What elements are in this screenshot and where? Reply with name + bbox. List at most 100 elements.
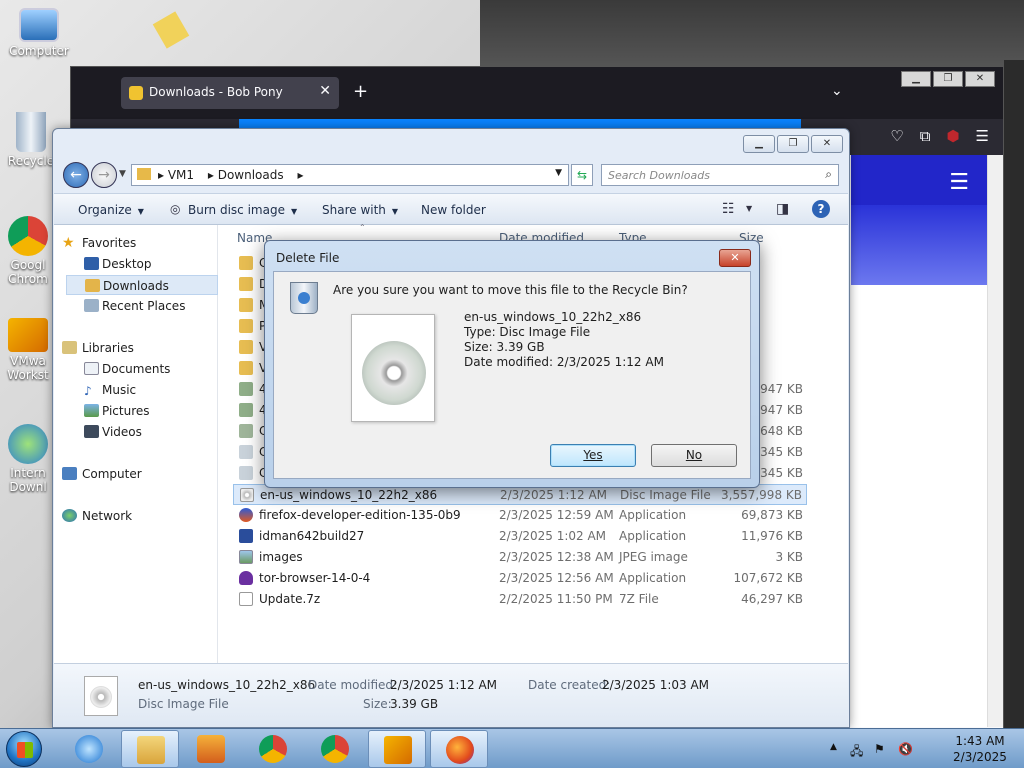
desktop-icon-vmware[interactable]: VMwa Workst xyxy=(0,318,56,382)
forward-button[interactable]: → xyxy=(91,162,117,188)
table-row[interactable]: tor-browser-14-0-4 2/3/2025 12:56 AM App… xyxy=(233,568,807,589)
menu-icon[interactable]: ☰ xyxy=(976,127,989,145)
tab-downloads[interactable]: Downloads - Bob Pony ✕ xyxy=(121,77,339,109)
folder-icon xyxy=(137,736,165,764)
start-button[interactable] xyxy=(6,731,42,767)
taskbar-chrome-2[interactable] xyxy=(306,730,364,768)
file-type: 7Z File xyxy=(619,592,659,606)
nav-pictures[interactable]: Pictures xyxy=(66,401,218,421)
table-row[interactable]: firefox-developer-edition-135-0b9 2/3/20… xyxy=(233,505,807,526)
recent-places-icon xyxy=(84,299,99,312)
refresh-button[interactable]: ⇆ xyxy=(571,164,593,186)
folder-icon xyxy=(239,256,253,270)
windows-logo-icon xyxy=(17,742,33,758)
extensions-icon[interactable]: ⧉ xyxy=(920,127,931,145)
burn-disc-image-button[interactable]: Burn disc image ▼ xyxy=(188,203,297,217)
no-button[interactable]: No xyxy=(651,444,737,467)
breadcrumb-separator-icon[interactable]: ▸ xyxy=(208,168,218,182)
action-center-flag-icon[interactable]: ⚑ xyxy=(874,742,885,756)
network-tray-icon[interactable]: 🖧 xyxy=(850,742,863,763)
list-tabs-button[interactable]: ⌄ xyxy=(831,83,843,99)
maximize-button[interactable]: ❐ xyxy=(777,135,809,153)
taskbar-vmware[interactable] xyxy=(368,730,426,768)
file-type: JPEG image xyxy=(619,550,688,564)
ublock-icon[interactable]: ⬢ xyxy=(946,127,959,145)
archive-file-icon xyxy=(239,592,253,606)
share-with-button[interactable]: Share with ▼ xyxy=(322,203,398,217)
taskbar-media-player[interactable] xyxy=(182,730,240,768)
details-file-type: Disc Image File xyxy=(138,697,229,711)
nav-network[interactable]: Network xyxy=(58,506,194,526)
application-icon xyxy=(239,424,253,438)
preview-pane-icon[interactable]: ◨ xyxy=(776,201,789,217)
minimize-button[interactable]: ▁ xyxy=(743,135,775,153)
tab-title: Downloads - Bob Pony xyxy=(149,85,283,99)
taskbar: ▲ 🖧 ⚑ 🔇 1:43 AM 2/3/2025 xyxy=(0,728,1024,768)
file-date: 2/3/2025 12:38 AM xyxy=(499,550,614,564)
nav-computer[interactable]: Computer xyxy=(58,464,194,484)
help-icon[interactable]: ? xyxy=(812,200,830,218)
search-input[interactable]: Search Downloads ⌕ xyxy=(601,164,839,186)
table-row[interactable]: Update.7z 2/2/2025 11:50 PM 7Z File 46,2… xyxy=(233,589,807,610)
desktop-icon-computer[interactable]: Computer xyxy=(4,8,74,58)
clock[interactable]: 1:43 AM 2/3/2025 xyxy=(950,733,1010,765)
page-scrollbar[interactable] xyxy=(987,155,1003,727)
nav-music[interactable]: ♪ Music xyxy=(66,380,218,400)
dialog-file-date: Date modified: 2/3/2025 1:12 AM xyxy=(464,355,664,369)
search-icon[interactable]: ⌕ xyxy=(825,167,832,182)
minimize-button[interactable]: ▁ xyxy=(901,71,931,87)
taskbar-chrome[interactable] xyxy=(244,730,302,768)
close-button[interactable]: ✕ xyxy=(811,135,843,153)
share-label: Share with xyxy=(322,203,386,217)
breadcrumb-separator-icon[interactable]: ▸ xyxy=(158,168,168,182)
dialog-close-button[interactable]: ✕ xyxy=(719,249,751,267)
installer-icon xyxy=(239,382,253,396)
tab-close-icon[interactable]: ✕ xyxy=(319,83,331,99)
tray-overflow-icon[interactable]: ▲ xyxy=(830,742,837,752)
nav-label: Videos xyxy=(102,425,142,439)
nav-videos[interactable]: Videos xyxy=(66,422,218,442)
organize-button[interactable]: Organize ▼ xyxy=(78,203,144,217)
folder-icon xyxy=(239,361,253,375)
breadcrumb-vm1[interactable]: VM1 xyxy=(168,168,194,182)
table-row[interactable]: idman642build27 2/3/2025 1:02 AM Applica… xyxy=(233,526,807,547)
delete-file-dialog[interactable]: Delete File ✕ Are you sure you want to m… xyxy=(264,240,760,488)
table-row[interactable]: images 2/3/2025 12:38 AM JPEG image 3 KB xyxy=(233,547,807,568)
vmware-icon xyxy=(8,318,48,352)
breadcrumb-separator-icon[interactable]: ▸ xyxy=(297,168,303,182)
media-player-icon xyxy=(197,735,225,763)
desktop-icon-label: Intern xyxy=(10,466,46,480)
folder-icon xyxy=(137,168,151,180)
recent-pages-dropdown-icon[interactable]: ▼ xyxy=(119,169,126,179)
views-dropdown-icon[interactable]: ▼ xyxy=(746,204,752,213)
maximize-button[interactable]: ❐ xyxy=(933,71,963,87)
desktop-icon-label: VMwa xyxy=(10,354,46,368)
nav-favorites[interactable]: ★ Favorites xyxy=(58,233,194,253)
volume-muted-icon[interactable]: 🔇 xyxy=(898,742,913,756)
nav-downloads[interactable]: Downloads xyxy=(66,275,218,295)
nav-libraries[interactable]: Libraries xyxy=(58,338,194,358)
yes-button[interactable]: Yes xyxy=(550,444,636,467)
new-folder-button[interactable]: New folder xyxy=(421,203,486,217)
breadcrumb-downloads[interactable]: Downloads xyxy=(218,168,284,182)
close-button[interactable]: ✕ xyxy=(965,71,995,87)
application-icon xyxy=(239,445,253,459)
folder-icon xyxy=(239,340,253,354)
address-bar[interactable]: ▸ VM1 ▸ Downloads ▸ ▼ xyxy=(131,164,569,186)
address-dropdown-icon[interactable]: ▼ xyxy=(555,168,562,178)
new-tab-button[interactable]: + xyxy=(353,81,368,102)
taskbar-internet-explorer[interactable] xyxy=(60,730,118,768)
site-menu-icon[interactable]: ☰ xyxy=(949,170,969,195)
back-button[interactable]: ← xyxy=(63,162,89,188)
nav-documents[interactable]: Documents xyxy=(66,359,218,379)
nav-desktop[interactable]: Desktop xyxy=(66,254,218,274)
desktop-icon-internet-download[interactable]: Intern Downl xyxy=(0,424,56,494)
dialog-body: Are you sure you want to move this file … xyxy=(273,271,751,479)
views-icon[interactable]: ☷ xyxy=(722,201,735,217)
taskbar-windows-explorer[interactable] xyxy=(121,730,179,768)
nav-recent-places[interactable]: Recent Places xyxy=(66,296,218,316)
taskbar-firefox[interactable] xyxy=(430,730,488,768)
pocket-icon[interactable]: ♡ xyxy=(890,127,903,145)
videos-icon xyxy=(84,425,99,438)
desktop-icon-google-chrome[interactable]: Googl Chrom xyxy=(0,216,56,286)
